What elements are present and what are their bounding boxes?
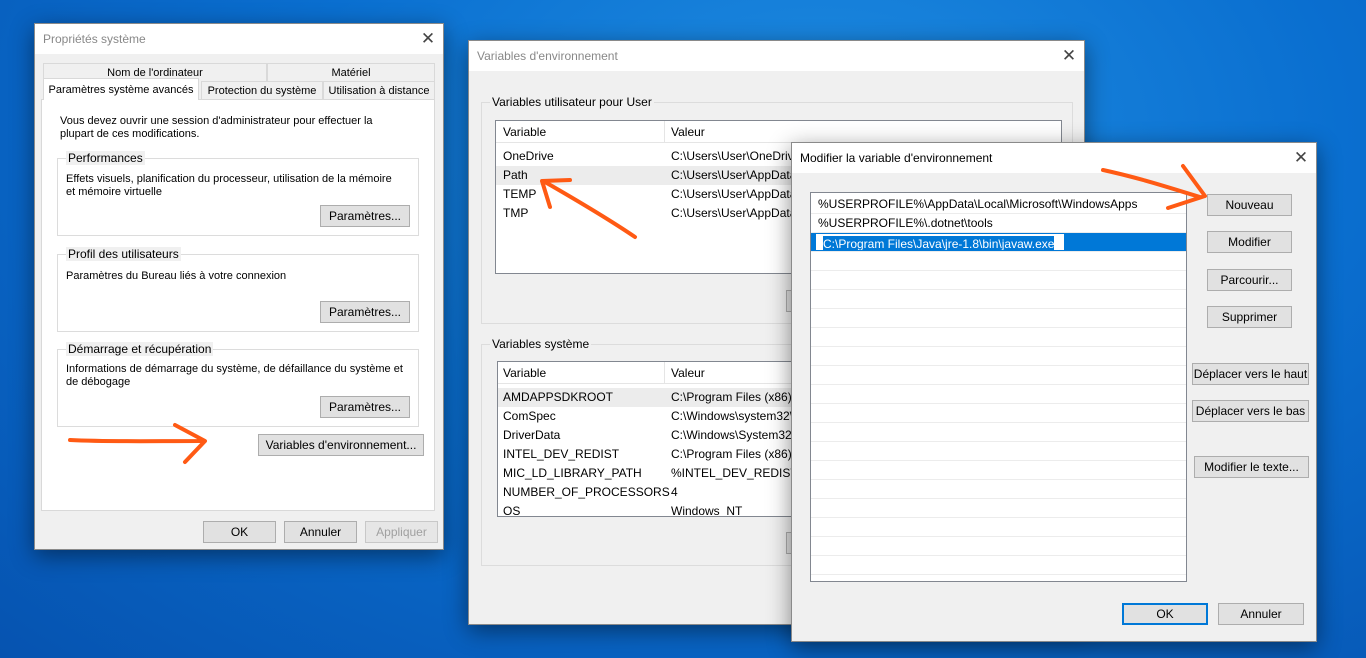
ok-button[interactable]: OK [1122,603,1208,625]
column-variable[interactable]: Variable [503,366,546,380]
path-entry-edit-field[interactable]: C:\Program Files\Java\jre-1.8\bin\javaw.… [815,233,1065,251]
variable-name: NUMBER_OF_PROCESSORS [503,485,670,499]
cancel-button[interactable]: Annuler [1218,603,1304,625]
close-icon[interactable]: ✕ [1286,143,1316,173]
empty-row [811,309,1186,328]
startup-settings-button[interactable]: Paramètres... [320,396,410,418]
empty-row [811,366,1186,385]
empty-row [811,290,1186,309]
system-properties-window: Propriétés système ✕ Nom de l'ordinateur… [34,23,444,550]
cancel-button[interactable]: Annuler [284,521,357,543]
path-entry[interactable]: %USERPROFILE%\AppData\Local\Microsoft\Wi… [811,195,1186,214]
apply-button[interactable]: Appliquer [365,521,438,543]
system-properties-titlebar[interactable]: Propriétés système ✕ [35,24,443,54]
edit-button[interactable]: Modifier [1207,231,1292,253]
empty-row [811,499,1186,518]
empty-row [811,480,1186,499]
startup-recovery-legend: Démarrage et récupération [66,342,214,356]
window-title: Propriétés système [43,32,146,46]
user-profiles-desc: Paramètres du Bureau liés à votre connex… [66,270,287,282]
empty-row [811,537,1186,556]
path-entry-text: %USERPROFILE%\.dotnet\tools [818,216,993,230]
variable-value: C:\Users\User\OneDrive [671,149,801,163]
performance-desc: Effets visuels, planification du process… [66,173,392,198]
path-entry-text: %USERPROFILE%\AppData\Local\Microsoft\Wi… [818,197,1138,211]
ok-button[interactable]: OK [203,521,276,543]
user-profiles-legend: Profil des utilisateurs [66,247,181,261]
variable-name: TEMP [503,187,537,201]
empty-row [811,461,1186,480]
variable-name: MIC_LD_LIBRARY_PATH [503,466,642,480]
variable-name: OneDrive [503,149,554,163]
column-value[interactable]: Valeur [671,366,705,380]
user-profiles-settings-button[interactable]: Paramètres... [320,301,410,323]
empty-row [811,404,1186,423]
user-profiles-group: Profil des utilisateurs Paramètres du Bu… [57,247,419,332]
system-variables-legend: Variables système [490,337,592,351]
empty-row [811,385,1186,404]
path-entry-edit-text: C:\Program Files\Java\jre-1.8\bin\javaw.… [823,236,1055,251]
performance-settings-button[interactable]: Paramètres... [320,205,410,227]
empty-row [811,252,1186,271]
tab-advanced-settings[interactable]: Paramètres système avancés [43,78,199,100]
empty-row [811,556,1186,575]
list-header: Variable Valeur [496,121,1061,143]
startup-recovery-desc: Informations de démarrage du système, de… [66,363,403,388]
user-variables-legend: Variables utilisateur pour User [490,95,654,109]
tab-remote-usage[interactable]: Utilisation à distance [323,81,435,100]
window-title: Modifier la variable d'environnement [800,151,993,165]
admin-note: Vous devez ouvrir une session d'administ… [60,115,373,140]
window-title: Variables d'environnement [477,49,618,63]
edit-variable-titlebar[interactable]: Modifier la variable d'environnement ✕ [792,143,1316,173]
variable-value: C:\Program Files (x86)\ [671,447,796,461]
advanced-tab-panel: Vous devez ouvrir une session d'administ… [41,99,435,511]
edit-text-button[interactable]: Modifier le texte... [1194,456,1309,478]
move-up-button[interactable]: Déplacer vers le haut [1192,363,1309,385]
variable-value: C:\Users\User\AppData [671,206,797,220]
variable-value: C:\Windows\system32\ [671,409,794,423]
empty-row [811,423,1186,442]
startup-recovery-group: Démarrage et récupération Informations d… [57,342,419,427]
variable-name: DriverData [503,428,561,442]
new-button[interactable]: Nouveau [1207,194,1292,216]
variable-value: C:\Windows\System32\ [671,428,796,442]
variable-value: C:\Program Files (x86)\ [671,390,796,404]
performance-legend: Performances [66,151,145,165]
empty-row [811,442,1186,461]
path-entries-list[interactable]: %USERPROFILE%\AppData\Local\Microsoft\Wi… [810,192,1187,582]
empty-row [811,518,1186,537]
variable-value: C:\Users\User\AppData [671,187,797,201]
column-value[interactable]: Valeur [671,125,705,139]
delete-button[interactable]: Supprimer [1207,306,1292,328]
variable-name: AMDAPPSDKROOT [503,390,614,404]
variable-value: 4 [671,485,678,499]
environment-variables-titlebar[interactable]: Variables d'environnement ✕ [469,41,1084,71]
edit-variable-window: Modifier la variable d'environnement ✕ %… [791,142,1317,642]
column-variable[interactable]: Variable [503,125,546,139]
move-down-button[interactable]: Déplacer vers le bas [1192,400,1309,422]
column-separator [664,121,665,143]
empty-row [811,328,1186,347]
column-separator [664,362,665,384]
empty-row [811,271,1186,290]
tab-hardware[interactable]: Matériel [267,63,435,82]
variable-name: ComSpec [503,409,556,423]
variable-value: Windows_NT [671,504,743,517]
variable-name: INTEL_DEV_REDIST [503,447,620,461]
variable-name: Path [503,168,528,182]
close-icon[interactable]: ✕ [413,24,443,54]
empty-row [811,347,1186,366]
tab-system-protection[interactable]: Protection du système [201,81,323,100]
performance-group: Performances Effets visuels, planificati… [57,151,419,236]
variable-value: C:\Users\User\AppData [671,168,797,182]
path-entry-selected[interactable]: C:\Program Files\Java\jre-1.8\bin\javaw.… [811,233,1186,252]
variable-name: TMP [503,206,529,220]
close-icon[interactable]: ✕ [1054,41,1084,71]
path-entry[interactable]: %USERPROFILE%\.dotnet\tools [811,214,1186,233]
environment-variables-button[interactable]: Variables d'environnement... [258,434,424,456]
browse-button[interactable]: Parcourir... [1207,269,1292,291]
variable-name: OS [503,504,521,517]
